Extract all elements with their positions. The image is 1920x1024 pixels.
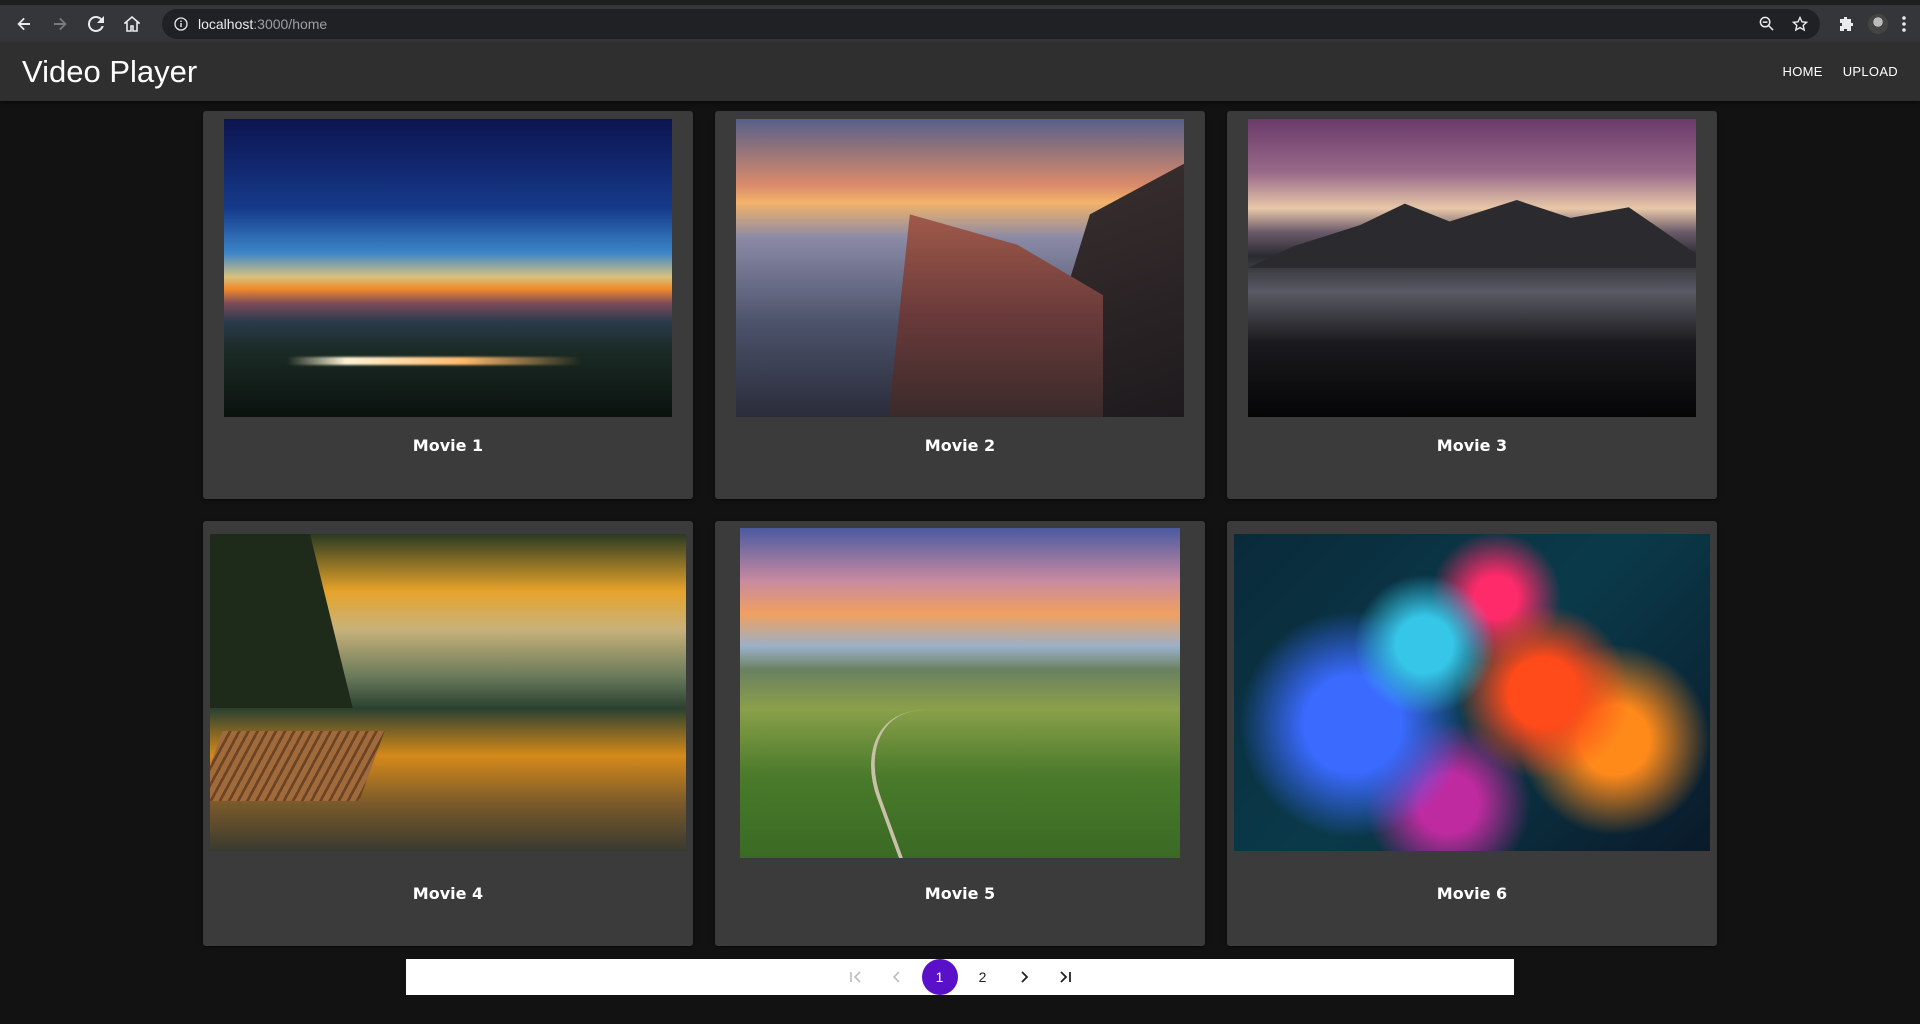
address-bar[interactable]: localhost:3000/home xyxy=(162,8,1820,39)
browser-extensions xyxy=(1838,13,1906,34)
movie-thumbnail[interactable] xyxy=(1234,534,1710,851)
movie-thumbnail[interactable] xyxy=(224,119,672,417)
movie-title: Movie 3 xyxy=(1436,436,1508,455)
bookmark-star-icon[interactable] xyxy=(1792,15,1808,32)
app-bar: Video Player HOME UPLOAD xyxy=(0,42,1920,101)
thumbnail-detail xyxy=(210,730,385,801)
arrow-right-icon xyxy=(54,17,67,30)
movie-grid: Movie 1 Movie 2 Movie 3 Movie 4 Movie 5 … xyxy=(203,111,1717,946)
last-page-icon xyxy=(1059,971,1071,983)
movie-title: Movie 4 xyxy=(412,884,484,903)
thumbnail-detail xyxy=(844,709,1032,858)
previous-page-button[interactable] xyxy=(881,961,913,993)
zoom-icon[interactable] xyxy=(1759,16,1774,31)
page-2-button[interactable]: 2 xyxy=(967,961,999,993)
movie-thumbnail[interactable] xyxy=(740,528,1180,858)
movie-title: Movie 5 xyxy=(924,884,996,903)
extensions-puzzle-icon[interactable] xyxy=(1838,16,1854,32)
nav-upload-button[interactable]: UPLOAD xyxy=(1843,58,1898,85)
movie-card-4[interactable]: Movie 4 xyxy=(203,521,693,946)
first-page-icon xyxy=(849,971,861,983)
movie-title: Movie 2 xyxy=(924,436,996,455)
thumbnail-detail xyxy=(888,214,1104,417)
page-1-button[interactable]: 1 xyxy=(921,959,958,995)
app-title: Video Player xyxy=(22,53,198,89)
thumbnail-detail xyxy=(286,357,583,366)
reload-button[interactable] xyxy=(80,8,112,40)
url-path: :3000/home xyxy=(253,15,328,32)
chevron-left-icon xyxy=(892,971,900,983)
movie-thumbnail[interactable] xyxy=(210,534,686,851)
last-page-button[interactable] xyxy=(1049,961,1081,993)
next-page-button[interactable] xyxy=(1008,961,1040,993)
url-host: localhost xyxy=(198,15,254,32)
url-text: localhost:3000/home xyxy=(198,16,327,32)
movie-card-5[interactable]: Movie 5 xyxy=(715,521,1205,946)
chevron-right-icon xyxy=(1020,971,1028,983)
movie-card-1[interactable]: Movie 1 xyxy=(203,111,693,499)
nav-home-button[interactable]: HOME xyxy=(1783,58,1823,85)
movie-card-6[interactable]: Movie 6 xyxy=(1227,521,1717,946)
profile-avatar[interactable] xyxy=(1868,13,1888,34)
home-icon xyxy=(124,15,140,32)
back-button[interactable] xyxy=(8,8,40,40)
first-page-button[interactable] xyxy=(840,961,872,993)
home-button[interactable] xyxy=(116,8,148,40)
arrow-left-icon xyxy=(17,17,30,30)
thumbnail-detail xyxy=(1248,200,1696,268)
movie-title: Movie 6 xyxy=(1436,884,1508,903)
thumbnail-detail xyxy=(210,534,353,709)
pagination: 1 2 xyxy=(406,959,1514,995)
app-nav: HOME UPLOAD xyxy=(1783,58,1898,85)
more-vert-icon[interactable] xyxy=(1902,15,1906,32)
browser-toolbar: localhost:3000/home xyxy=(0,0,1920,42)
movie-card-2[interactable]: Movie 2 xyxy=(715,111,1205,499)
forward-button[interactable] xyxy=(44,8,76,40)
movie-thumbnail[interactable] xyxy=(736,119,1184,417)
movie-card-3[interactable]: Movie 3 xyxy=(1227,111,1717,499)
omnibox-actions xyxy=(1759,15,1808,32)
movie-thumbnail[interactable] xyxy=(1248,119,1696,417)
movie-title: Movie 1 xyxy=(412,436,484,455)
info-icon[interactable] xyxy=(174,16,188,31)
reload-icon xyxy=(88,15,104,32)
